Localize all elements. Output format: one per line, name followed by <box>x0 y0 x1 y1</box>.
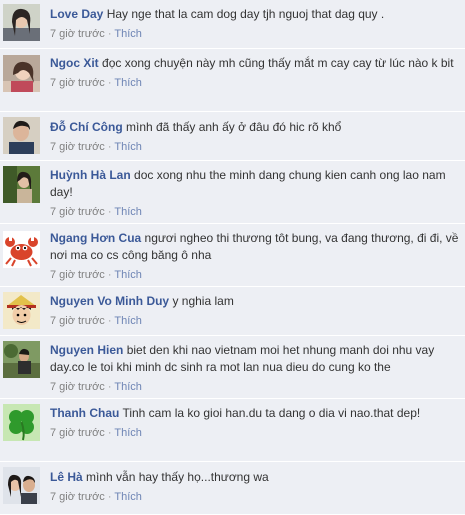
comment-timestamp[interactable]: 7 giờ trước <box>50 28 105 40</box>
avatar-girl-icon[interactable] <box>3 55 40 92</box>
comment-timestamp[interactable]: 7 giờ trước <box>50 141 105 153</box>
separator-dot: · <box>107 28 112 40</box>
like-link[interactable]: Thích <box>114 427 142 439</box>
separator-dot: · <box>107 491 112 503</box>
comment-item: Lê Hà mình vẫn hay thấy họ...thương wa 7… <box>0 462 465 515</box>
comment-item: Thanh Chau Tinh cam la ko gioi han.du ta… <box>0 399 465 462</box>
comment-text: Tinh cam la ko gioi han.du ta dang o dia… <box>122 406 421 420</box>
like-link[interactable]: Thích <box>114 206 142 218</box>
comment-item: Nguyen Hien biet den khi nao vietnam moi… <box>0 336 465 399</box>
avatar-girl-outdoor-icon[interactable] <box>3 166 40 203</box>
avatar-anime-icon[interactable] <box>3 292 40 329</box>
comment-item: Love Day Hay nge that la cam dog day tjh… <box>0 0 465 49</box>
comment-author-link[interactable]: Nguyen Hien <box>50 343 123 357</box>
like-link[interactable]: Thích <box>114 77 142 89</box>
comment-item: Đỗ Chí Công mình đã thấy anh ấy ở đâu đó… <box>0 112 465 161</box>
comment-text: mình đã thấy anh ấy ở đâu đó hic rõ khổ <box>126 120 342 134</box>
avatar-outdoor-icon[interactable] <box>3 341 40 378</box>
comment-text: mình vẫn hay thấy họ...thương wa <box>86 470 269 484</box>
comment-item: Huỳnh Hà Lan doc xong nhu the minh dang … <box>0 161 465 224</box>
like-link[interactable]: Thích <box>114 381 142 393</box>
separator-dot: · <box>107 206 112 218</box>
separator-dot: · <box>107 77 112 89</box>
comment-text: y nghia lam <box>172 294 234 308</box>
comment-timestamp[interactable]: 7 giờ trước <box>50 315 105 327</box>
separator-dot: · <box>107 269 112 281</box>
clover-icon[interactable] <box>3 404 40 441</box>
comment-author-link[interactable]: Ngang Hơn Cua <box>50 231 141 245</box>
separator-dot: · <box>107 427 112 439</box>
like-link[interactable]: Thích <box>114 491 142 503</box>
like-link[interactable]: Thích <box>114 269 142 281</box>
comment-text: đọc xong chuyện này mh cũng thấy mắt m c… <box>102 56 454 70</box>
comment-text: Hay nge that la cam dog day tjh nguoj th… <box>106 7 385 21</box>
comment-author-link[interactable]: Lê Hà <box>50 470 83 484</box>
comment-author-link[interactable]: Đỗ Chí Công <box>50 120 123 134</box>
comment-author-link[interactable]: Nguyen Vo Minh Duy <box>50 294 169 308</box>
separator-dot: · <box>107 315 112 327</box>
like-link[interactable]: Thích <box>114 141 142 153</box>
comment-author-link[interactable]: Thanh Chau <box>50 406 119 420</box>
comment-item: Ngoc Xit đọc xong chuyện này mh cũng thấ… <box>0 49 465 112</box>
crab-icon[interactable] <box>3 231 40 268</box>
comment-timestamp[interactable]: 7 giờ trước <box>50 269 105 281</box>
comment-item: Ngang Hơn Cua ngươi ngheo thi thương tôt… <box>0 224 465 287</box>
avatar-girl-icon[interactable] <box>3 4 40 41</box>
separator-dot: · <box>107 141 112 153</box>
comment-author-link[interactable]: Love Day <box>50 7 103 21</box>
avatar-couple-icon[interactable] <box>3 467 40 504</box>
like-link[interactable]: Thích <box>114 28 142 40</box>
comment-author-link[interactable]: Ngoc Xit <box>50 56 99 70</box>
comment-timestamp[interactable]: 7 giờ trước <box>50 491 105 503</box>
comment-item: Nguyen Vo Minh Duy y nghia lam 7 giờ trư… <box>0 287 465 336</box>
comment-timestamp[interactable]: 7 giờ trước <box>50 427 105 439</box>
avatar-boy-icon[interactable] <box>3 117 40 154</box>
comment-timestamp[interactable]: 7 giờ trước <box>50 206 105 218</box>
comment-author-link[interactable]: Huỳnh Hà Lan <box>50 168 131 182</box>
comment-timestamp[interactable]: 7 giờ trước <box>50 77 105 89</box>
comment-list: Love Day Hay nge that la cam dog day tjh… <box>0 0 465 515</box>
like-link[interactable]: Thích <box>114 315 142 327</box>
separator-dot: · <box>107 381 112 393</box>
comment-timestamp[interactable]: 7 giờ trước <box>50 381 105 393</box>
